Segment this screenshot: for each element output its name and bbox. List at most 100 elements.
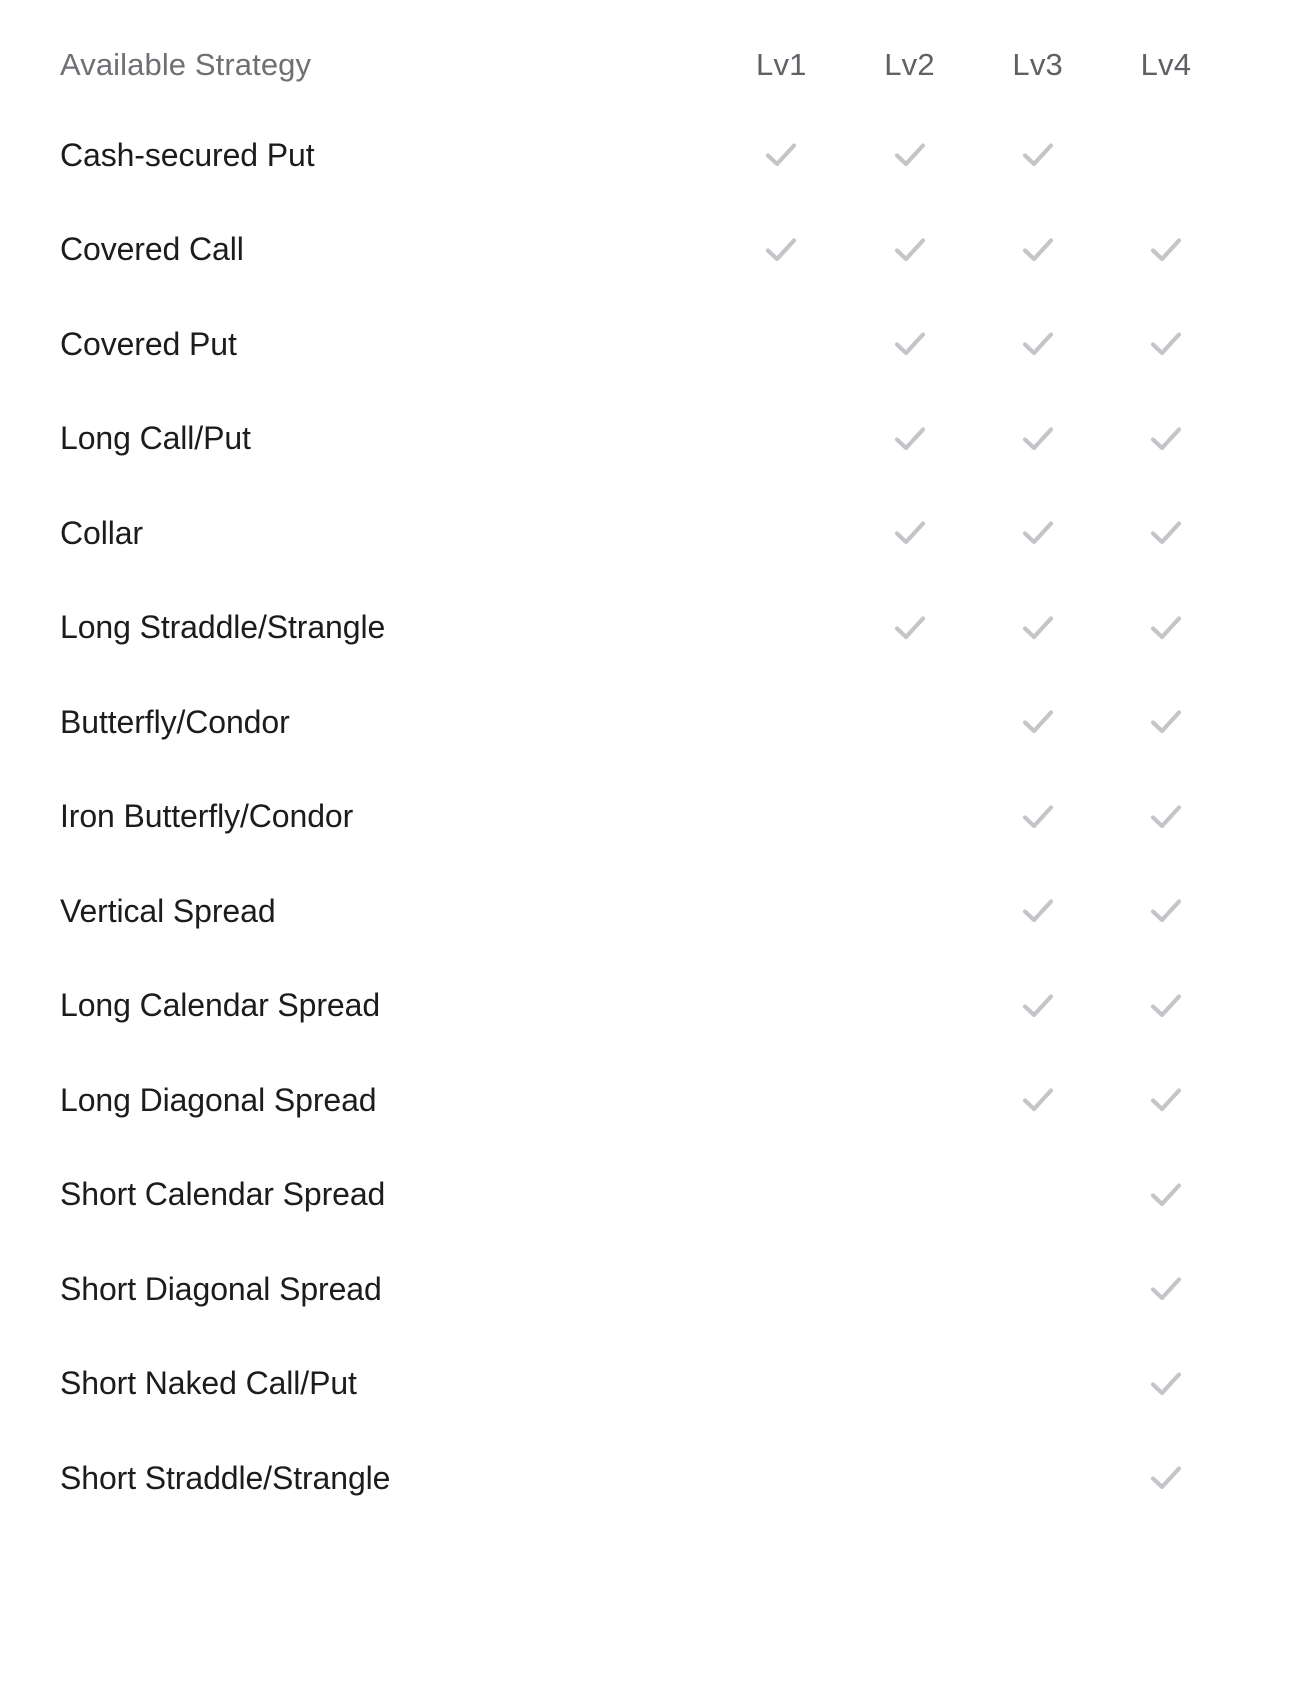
level-cell-lv2 [845, 581, 973, 676]
check-icon [1149, 233, 1183, 267]
column-header-lv2: Lv2 [845, 22, 973, 108]
level-cell-lv2 [845, 770, 973, 865]
level-cell-lv1 [717, 1242, 845, 1337]
level-cell-lv1 [717, 297, 845, 392]
table-row: Long Diagonal Spread [0, 1053, 1230, 1148]
table-row: Covered Call [0, 203, 1230, 298]
level-cell-lv3 [974, 864, 1102, 959]
strategy-level-table-container: Available Strategy Lv1 Lv2 Lv3 Lv4 Cash-… [0, 0, 1290, 1696]
strategy-name-cell: Iron Butterfly/Condor [0, 770, 717, 865]
table-row: Short Straddle/Strangle [0, 1431, 1230, 1526]
level-cell-lv2 [845, 108, 973, 203]
strategy-name-cell: Short Naked Call/Put [0, 1337, 717, 1432]
level-cell-lv3 [974, 1337, 1102, 1432]
level-cell-lv2 [845, 1337, 973, 1432]
table-header-row: Available Strategy Lv1 Lv2 Lv3 Lv4 [0, 22, 1230, 108]
level-cell-lv4 [1102, 486, 1230, 581]
check-icon [1149, 327, 1183, 361]
level-cell-lv1 [717, 1337, 845, 1432]
level-cell-lv4 [1102, 392, 1230, 487]
table-row: Long Call/Put [0, 392, 1230, 487]
level-cell-lv2 [845, 959, 973, 1054]
table-body: Cash-secured PutCovered CallCovered PutL… [0, 108, 1230, 1526]
check-icon [1021, 894, 1055, 928]
strategy-name-cell: Covered Call [0, 203, 717, 298]
check-icon [1149, 705, 1183, 739]
level-cell-lv1 [717, 959, 845, 1054]
check-icon [1149, 1178, 1183, 1212]
level-cell-lv1 [717, 108, 845, 203]
level-cell-lv3 [974, 486, 1102, 581]
table-row: Vertical Spread [0, 864, 1230, 959]
column-header-lv1: Lv1 [717, 22, 845, 108]
level-cell-lv3 [974, 203, 1102, 298]
level-cell-lv4 [1102, 581, 1230, 676]
check-icon [1149, 1367, 1183, 1401]
check-icon [1021, 516, 1055, 550]
strategy-name-cell: Short Diagonal Spread [0, 1242, 717, 1337]
strategy-name-cell: Covered Put [0, 297, 717, 392]
level-cell-lv4 [1102, 1148, 1230, 1243]
check-icon [893, 422, 927, 456]
level-cell-lv4 [1102, 203, 1230, 298]
level-cell-lv2 [845, 864, 973, 959]
level-cell-lv4 [1102, 1242, 1230, 1337]
table-row: Covered Put [0, 297, 1230, 392]
level-cell-lv4 [1102, 959, 1230, 1054]
table-row: Long Calendar Spread [0, 959, 1230, 1054]
strategy-name-cell: Cash-secured Put [0, 108, 717, 203]
level-cell-lv1 [717, 1431, 845, 1526]
level-cell-lv3 [974, 297, 1102, 392]
level-cell-lv3 [974, 770, 1102, 865]
level-cell-lv3 [974, 108, 1102, 203]
strategy-name-cell: Short Straddle/Strangle [0, 1431, 717, 1526]
level-cell-lv1 [717, 581, 845, 676]
level-cell-lv1 [717, 864, 845, 959]
strategy-name-cell: Collar [0, 486, 717, 581]
check-icon [1149, 1083, 1183, 1117]
table-row: Cash-secured Put [0, 108, 1230, 203]
table-row: Collar [0, 486, 1230, 581]
level-cell-lv3 [974, 1242, 1102, 1337]
level-cell-lv2 [845, 203, 973, 298]
column-header-lv4: Lv4 [1102, 22, 1230, 108]
level-cell-lv2 [845, 1431, 973, 1526]
check-icon [1149, 1272, 1183, 1306]
check-icon [1021, 1083, 1055, 1117]
table-row: Short Naked Call/Put [0, 1337, 1230, 1432]
check-icon [893, 516, 927, 550]
check-icon [1021, 705, 1055, 739]
check-icon [1149, 611, 1183, 645]
check-icon [764, 138, 798, 172]
level-cell-lv2 [845, 297, 973, 392]
level-cell-lv3 [974, 1431, 1102, 1526]
strategy-name-cell: Long Call/Put [0, 392, 717, 487]
level-cell-lv4 [1102, 675, 1230, 770]
level-cell-lv2 [845, 392, 973, 487]
level-cell-lv1 [717, 486, 845, 581]
level-cell-lv2 [845, 1053, 973, 1148]
check-icon [1149, 989, 1183, 1023]
level-cell-lv2 [845, 1148, 973, 1243]
strategy-name-cell: Vertical Spread [0, 864, 717, 959]
check-icon [1021, 989, 1055, 1023]
level-cell-lv1 [717, 1053, 845, 1148]
table-row: Long Straddle/Strangle [0, 581, 1230, 676]
check-icon [1149, 894, 1183, 928]
check-icon [1021, 233, 1055, 267]
level-cell-lv3 [974, 1148, 1102, 1243]
strategy-name-cell: Butterfly/Condor [0, 675, 717, 770]
check-icon [1149, 516, 1183, 550]
level-cell-lv1 [717, 203, 845, 298]
check-icon [1021, 138, 1055, 172]
level-cell-lv1 [717, 675, 845, 770]
level-cell-lv1 [717, 770, 845, 865]
check-icon [1021, 422, 1055, 456]
table-row: Iron Butterfly/Condor [0, 770, 1230, 865]
level-cell-lv4 [1102, 297, 1230, 392]
strategy-name-cell: Long Diagonal Spread [0, 1053, 717, 1148]
level-cell-lv3 [974, 675, 1102, 770]
level-cell-lv2 [845, 486, 973, 581]
level-cell-lv3 [974, 392, 1102, 487]
strategy-name-cell: Short Calendar Spread [0, 1148, 717, 1243]
